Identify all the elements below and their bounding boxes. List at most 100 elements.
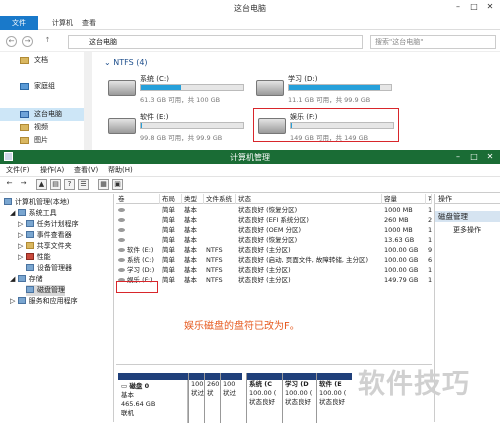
more-actions-link[interactable]: 更多操作 (453, 225, 481, 235)
partition-e[interactable]: 软件 (E 100.00 (状态良好 (316, 373, 352, 423)
table-row[interactable]: 简单 基本 状态良好 (OEM 分区) 1000 MB 1 (116, 225, 432, 235)
cell-type: 基本 (184, 216, 197, 224)
disk-0-info[interactable]: ▭ 磁盘 0 基本 465.64 GB 联机 (118, 373, 188, 423)
drive-free-text: 11.1 GB 可用，共 99.9 GB (288, 96, 371, 104)
disk-size: 465.64 GB (121, 400, 156, 408)
table-row[interactable]: 学习 (D:) 简单 基本 NTFS 状态良好 (主分区) 100.00 GB 1 (116, 265, 432, 275)
menu-file[interactable]: 文件(F) (6, 165, 30, 176)
drive-tile-c[interactable]: 系统 (C:) 61.3 GB 可用，共 100 GB (106, 72, 246, 104)
maximize-button[interactable]: □ (468, 151, 480, 162)
col-free[interactable]: 可 (426, 194, 432, 204)
cell-layout: 简单 (162, 216, 175, 224)
cell-status: 状态良好 (OEM 分区) (238, 226, 302, 234)
nav-scrollbar[interactable] (84, 52, 92, 150)
nav-item-homegroup[interactable]: 家庭组 (0, 80, 92, 93)
tree-item-root[interactable]: 计算机管理(本地) (4, 197, 69, 208)
table-row[interactable]: 软件 (E:) 简单 基本 NTFS 状态良好 (主分区) 100.00 GB 9 (116, 245, 432, 255)
tree-item-event-viewer[interactable]: ▷ 事件查看器 (18, 230, 72, 241)
clock-icon (25, 220, 34, 227)
table-row[interactable]: 简单 基本 状态良好 (恢复分区) 13.63 GB 1 (116, 235, 432, 245)
menu-action[interactable]: 操作(A) (40, 165, 64, 176)
table-row[interactable]: 简单 基本 状态良好 (恢复分区) 1000 MB 1 (116, 205, 432, 215)
tree-item-device-manager[interactable]: 设备管理器 (26, 263, 72, 274)
maximize-button[interactable]: □ (468, 2, 480, 12)
cell-layout: 简单 (162, 206, 175, 214)
drive-free-text: 99.8 GB 可用，共 99.9 GB (140, 134, 223, 142)
cell-status: 状态良好 (主分区) (238, 276, 291, 284)
table-row[interactable]: 娱乐 (F:) 简单 基本 NTFS 状态良好 (主分区) 149.79 GB 1 (116, 275, 432, 285)
nav-item-this-pc[interactable]: 这台电脑 (0, 108, 92, 121)
tab-view[interactable]: 查看 (82, 16, 96, 30)
toolbar-extra-icon[interactable]: ▣ (112, 179, 123, 190)
cell-cap: 149.79 GB (384, 276, 419, 284)
menu-view[interactable]: 查看(V) (74, 165, 98, 176)
drive-usage-fill (289, 85, 380, 90)
cell-cap: 100.00 GB (384, 256, 419, 264)
cell-free: 1 (428, 206, 432, 214)
cm-titlebar: 计算机管理 – □ ✕ (0, 150, 500, 164)
tab-file[interactable]: 文件 (0, 16, 38, 30)
cell-layout: 简单 (162, 266, 175, 274)
tree-item-shared-folders[interactable]: ▷ 共享文件夹 (18, 241, 72, 252)
tree-item-services-apps[interactable]: ▷ 服务和应用程序 (10, 296, 78, 307)
partition-1[interactable]: 100 状过 (188, 373, 204, 423)
address-bar[interactable]: 这台电脑 (68, 35, 363, 49)
col-status[interactable]: 状态 (236, 194, 382, 204)
tree-item-task-scheduler[interactable]: ▷ 任务计划程序 (18, 219, 79, 230)
help-icon[interactable]: ? (64, 179, 75, 190)
tab-computer[interactable]: 计算机 (52, 16, 73, 30)
tree-item-system-tools[interactable]: ◢ 系统工具 (10, 208, 57, 219)
cell-status: 状态良好 (主分区) (238, 266, 291, 274)
search-input[interactable]: 搜索"这台电脑" (370, 35, 496, 49)
col-capacity[interactable]: 容量 (382, 194, 426, 204)
nav-item-pictures[interactable]: 图片 (0, 134, 92, 147)
col-type[interactable]: 类型 (182, 194, 204, 204)
volume-icon (118, 258, 125, 262)
show-tree-icon[interactable]: ▤ (50, 179, 61, 190)
list-view-icon[interactable]: ☰ (78, 179, 89, 190)
col-volume[interactable]: 卷 (116, 194, 160, 204)
table-row[interactable]: 系统 (C:) 简单 基本 NTFS 状态良好 (启动, 页面文件, 故障转储, 主分区… (116, 255, 432, 265)
ntfs-section-header[interactable]: ⌄ NTFS (4) (104, 58, 148, 67)
nav-item-videos[interactable]: 视频 (0, 121, 92, 134)
drive-usage-bar (288, 84, 392, 91)
close-button[interactable]: ✕ (484, 2, 496, 12)
cell-vol: 软件 (E:) (116, 245, 160, 255)
cell-cap: 260 MB (384, 216, 409, 224)
cell-status: 状态良好 (主分区) (238, 246, 291, 254)
drive-tile-d[interactable]: 学习 (D:) 11.1 GB 可用，共 99.9 GB (254, 72, 394, 104)
menu-help[interactable]: 帮助(H) (108, 165, 133, 176)
nav-item-documents[interactable]: 文档 (0, 54, 92, 67)
cell-fs (204, 205, 236, 215)
close-button[interactable]: ✕ (484, 151, 496, 162)
cell-free: 6 (428, 256, 432, 264)
col-filesystem[interactable]: 文件系统 (204, 194, 236, 204)
cell-type: 基本 (184, 236, 197, 244)
actions-disk-management[interactable]: 磁盘管理 (435, 211, 500, 222)
forward-icon[interactable]: → (22, 36, 33, 47)
table-row[interactable]: 简单 基本 状态良好 (EFI 系统分区) 260 MB 2 (116, 215, 432, 225)
device-manager-icon (26, 264, 34, 271)
ribbon-tabs: 文件 计算机 查看 (0, 16, 500, 30)
forward-icon[interactable]: → (18, 179, 29, 190)
minimize-button[interactable]: – (452, 2, 464, 12)
highlight-box (253, 108, 399, 142)
properties-icon[interactable]: ▦ (98, 179, 109, 190)
partition-d[interactable]: 学习 (D 100.00 (状态良好 (282, 373, 316, 423)
col-layout[interactable]: 布局 (160, 194, 182, 204)
tree-item-disk-management[interactable]: 磁盘管理 (26, 285, 65, 296)
tree-item-performance[interactable]: ▷ 性能 (18, 252, 51, 263)
drive-tile-e[interactable]: 软件 (E:) 99.8 GB 可用，共 99.9 GB (106, 110, 246, 142)
partition-c[interactable]: 系统 (C 100.00 (状态良好 (246, 373, 282, 423)
performance-icon (25, 253, 34, 260)
back-icon[interactable]: ← (4, 179, 15, 190)
partition-2[interactable]: 260 状 (204, 373, 220, 423)
tree-item-storage[interactable]: ◢ 存储 (10, 274, 43, 285)
computer-icon (4, 198, 12, 205)
back-icon[interactable]: ← (6, 36, 17, 47)
partition-3[interactable]: 100 状过 (220, 373, 242, 423)
up-folder-icon[interactable]: ▲ (36, 179, 47, 190)
cell-vol (116, 235, 160, 245)
minimize-button[interactable]: – (452, 151, 464, 162)
up-icon[interactable]: ↑ (42, 36, 53, 47)
